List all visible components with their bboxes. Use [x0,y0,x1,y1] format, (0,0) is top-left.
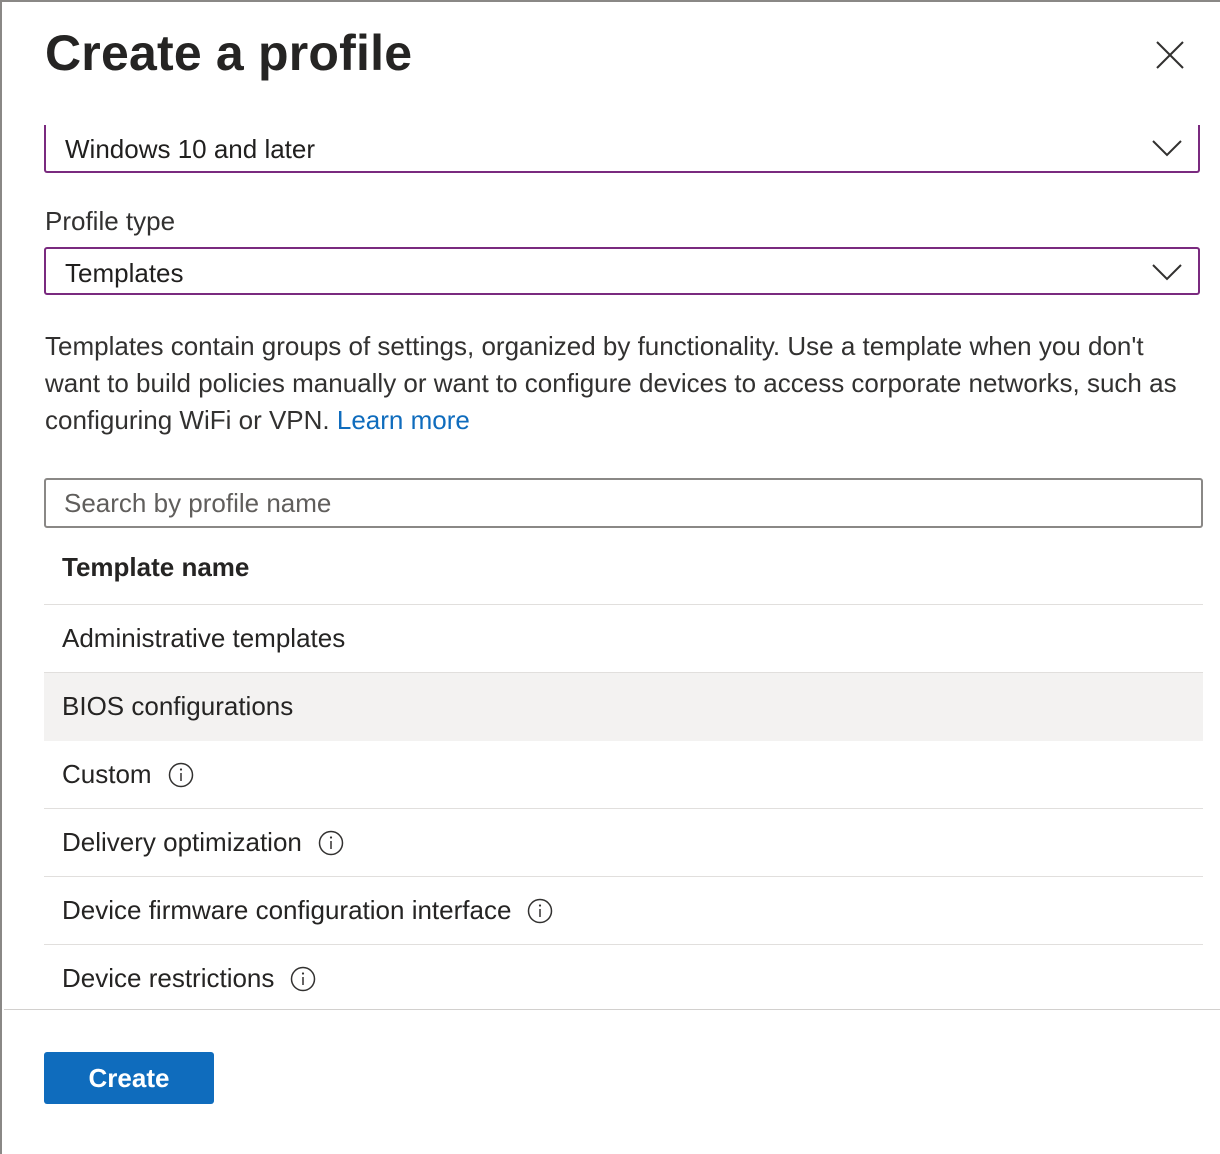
search-input[interactable] [44,478,1203,528]
info-icon[interactable] [527,898,553,924]
template-name: Delivery optimization [62,827,302,857]
info-icon[interactable] [168,762,194,788]
profile-type-label: Profile type [45,206,176,236]
table-row[interactable]: Administrative templates [44,605,1203,673]
template-name: Administrative templates [62,623,346,653]
template-name: Custom [62,759,152,789]
table-row[interactable]: Delivery optimization [44,809,1203,877]
chevron-down-icon [1152,140,1182,157]
templates-description: Templates contain groups of settings, or… [45,328,1185,439]
footer-divider [4,1009,1220,1010]
platform-dropdown[interactable]: Windows 10 and later [44,125,1200,173]
chevron-down-icon [1152,264,1182,281]
description-text: Templates contain groups of settings, or… [45,331,1177,435]
table-row[interactable]: Custom [44,741,1203,809]
close-icon [1156,41,1184,69]
template-name: BIOS configurations [62,691,294,721]
table-body: Administrative templates BIOS configurati… [44,605,1203,1008]
template-name: Device firmware configuration interface [62,895,512,925]
create-profile-panel: Create a profile Windows 10 and later Pr… [2,2,1220,1154]
column-header-template-name[interactable]: Template name [62,552,249,583]
learn-more-link[interactable]: Learn more [337,405,470,435]
info-icon[interactable] [318,830,344,856]
profile-type-value: Templates [65,258,184,288]
create-button[interactable]: Create [44,1052,214,1104]
table-row[interactable]: BIOS configurations [44,673,1203,741]
close-button[interactable] [1150,35,1190,75]
template-table: Template name Administrative templates BI… [44,536,1203,1008]
template-name: Device restrictions [62,963,275,993]
table-row[interactable]: Device firmware configuration interface [44,877,1203,945]
table-row[interactable]: Device restrictions [44,945,1203,1008]
info-icon[interactable] [290,966,316,992]
platform-value: Windows 10 and later [65,134,316,164]
table-header: Template name [44,536,1203,605]
profile-type-dropdown[interactable]: Templates [44,247,1200,295]
panel-title: Create a profile [45,25,413,81]
